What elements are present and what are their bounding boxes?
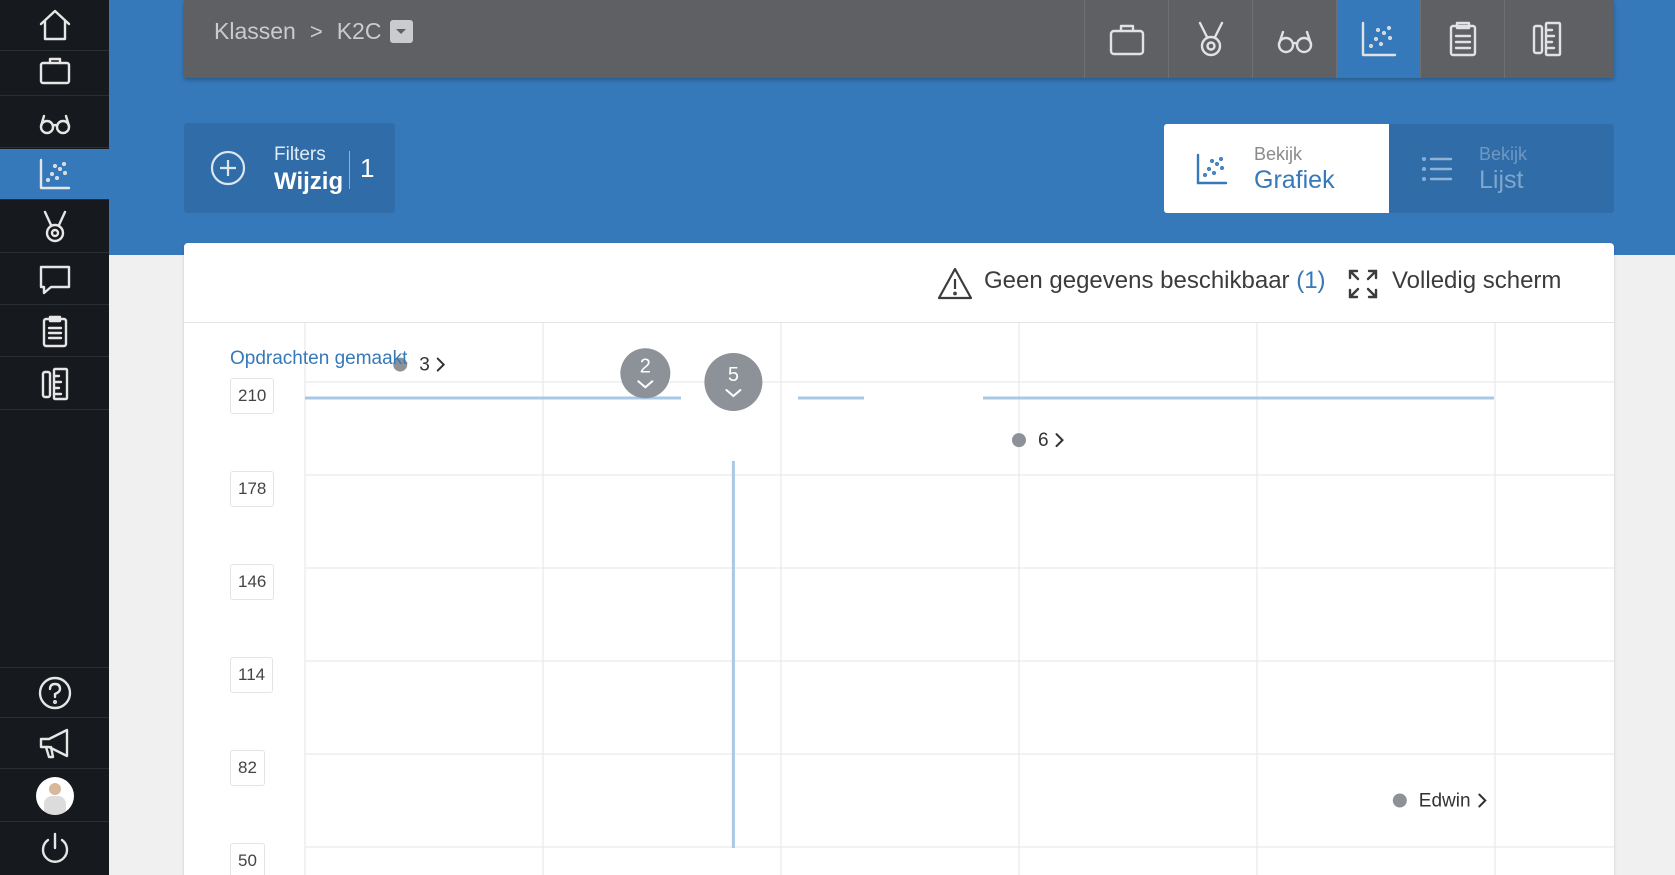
tool-portfolio[interactable] — [1084, 0, 1168, 78]
chart-card: Geen gegevens beschikbaar (1) Volledig s… — [184, 243, 1614, 875]
filters-button[interactable]: Filters Wijzig 1 — [184, 123, 395, 213]
chevron-right-icon — [1478, 793, 1487, 808]
warning-icon — [936, 265, 974, 303]
tool-achievements[interactable] — [1168, 0, 1252, 78]
y-tick-label: 178 — [230, 471, 275, 507]
cluster-bubble-label: 2 — [640, 355, 651, 377]
no-data-text: Geen gegevens beschikbaar — [984, 267, 1290, 294]
y-tick-label: 82 — [230, 750, 265, 786]
view-list-label: Lijst — [1479, 166, 1524, 194]
view-list-small: Bekijk — [1479, 144, 1528, 164]
sidebar-item-view[interactable] — [0, 97, 109, 148]
class-dropdown-button[interactable] — [390, 20, 414, 43]
tool-tools[interactable] — [1504, 0, 1588, 78]
sidebar-item-logout[interactable] — [0, 823, 109, 874]
medal-icon — [43, 210, 66, 243]
tool-view[interactable] — [1252, 0, 1336, 78]
chart-card-header: Geen gegevens beschikbaar (1) Volledig s… — [184, 243, 1614, 323]
y-axis-title: Opdrachten gemaakt — [230, 348, 408, 369]
sidebar-item-assignments[interactable] — [0, 306, 109, 357]
cluster-bubble-label: 5 — [728, 364, 739, 386]
sidebar-item-profile[interactable] — [0, 771, 109, 822]
data-point — [1012, 433, 1026, 448]
megaphone-icon — [39, 728, 68, 759]
sidebar-item-help[interactable] — [0, 667, 109, 718]
sidebar-item-achievements[interactable] — [0, 202, 109, 253]
power-icon — [41, 832, 68, 863]
chevron-right-icon — [436, 357, 446, 372]
data-point-label: 6 — [1038, 430, 1049, 451]
glasses-icon — [39, 114, 70, 135]
avatar — [35, 777, 74, 815]
view-list-button[interactable]: Bekijk Lijst — [1389, 124, 1614, 213]
help-icon — [38, 676, 71, 709]
filters-label: Filters — [274, 144, 326, 165]
clipboard-icon — [1449, 21, 1476, 57]
sidebar-item-home[interactable] — [0, 0, 109, 51]
no-data-count[interactable]: (1) — [1296, 267, 1325, 294]
view-chart-button[interactable]: Bekijk Grafiek — [1164, 124, 1389, 213]
sidebar-item-tools[interactable] — [0, 359, 109, 410]
glasses-icon — [1277, 30, 1312, 54]
fullscreen-button[interactable]: Volledig scherm — [1392, 267, 1561, 295]
clipboard-icon — [42, 315, 67, 348]
y-tick-label: 50 — [230, 843, 265, 875]
home-icon — [39, 9, 70, 41]
filters-count: 1 — [360, 153, 375, 183]
filters-divider — [349, 151, 350, 189]
briefcase-icon — [1109, 24, 1144, 56]
tools-icon — [41, 367, 68, 401]
data-point-label: 3 — [419, 355, 430, 376]
topbar: Klassen > K2C — [184, 0, 1614, 78]
chat-icon — [39, 265, 70, 295]
add-circle-icon — [210, 150, 246, 186]
tool-charts[interactable] — [1336, 0, 1420, 78]
sidebar-item-messages[interactable] — [0, 254, 109, 305]
data-point-label: Edwin — [1419, 791, 1471, 812]
filters-action: Wijzig — [274, 168, 344, 195]
view-chart-label: Grafiek — [1254, 166, 1335, 194]
medal-icon — [1198, 21, 1223, 57]
y-tick-label: 146 — [230, 564, 275, 600]
y-tick-label: 210 — [230, 378, 275, 414]
tools-icon — [1532, 21, 1561, 57]
breadcrumb-separator: > — [309, 18, 323, 44]
fullscreen-icon[interactable] — [1346, 267, 1380, 301]
breadcrumb: Klassen > K2C — [214, 18, 414, 45]
breadcrumb-root[interactable]: Klassen — [214, 18, 296, 45]
scatter-plot-svg: 3 2 5 6 Edwin — [304, 323, 1614, 875]
sidebar-item-portfolio[interactable] — [0, 45, 109, 96]
no-data-warning[interactable]: Geen gegevens beschikbaar (1) — [984, 267, 1326, 295]
breadcrumb-current: K2C — [336, 18, 382, 44]
scatter-chart-icon — [1361, 21, 1396, 57]
list-icon — [1421, 156, 1453, 182]
scatter-chart-icon — [1196, 153, 1228, 185]
y-tick-label: 114 — [230, 657, 274, 693]
briefcase-icon — [39, 57, 70, 85]
sidebar-item-charts[interactable] — [0, 149, 109, 200]
tool-assignments[interactable] — [1420, 0, 1504, 78]
sidebar-item-announcements[interactable] — [0, 718, 109, 769]
sidebar — [0, 0, 109, 875]
data-point — [1392, 793, 1407, 808]
scatter-plot: 3 2 5 6 Edwin Opdrachten gemaakt 210 178 146 11… — [184, 323, 1614, 875]
scatter-chart-icon — [39, 158, 70, 190]
chevron-right-icon — [1055, 433, 1064, 448]
view-chart-small: Bekijk — [1254, 144, 1303, 164]
